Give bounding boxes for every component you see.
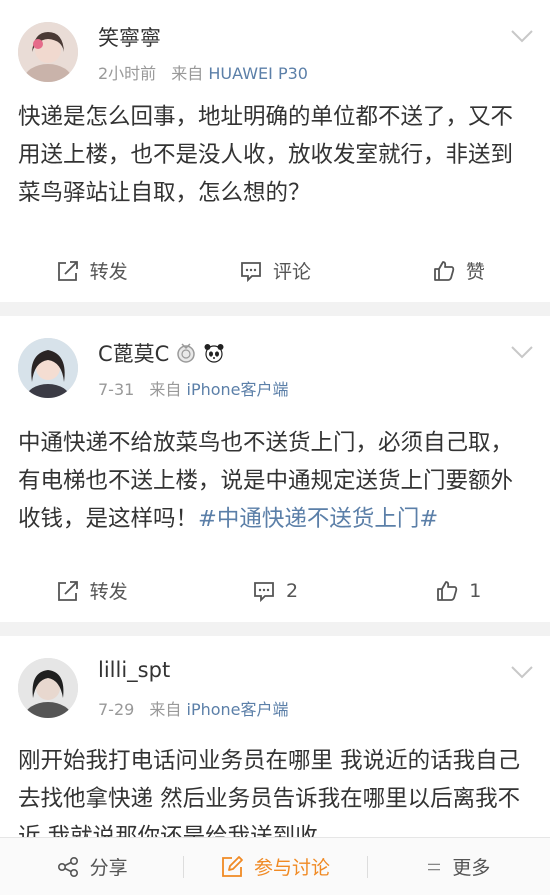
post-source[interactable]: iPhone客户端 bbox=[187, 380, 289, 399]
avatar[interactable] bbox=[18, 338, 78, 398]
avatar[interactable] bbox=[18, 658, 78, 718]
post-text: 中通快递不给放菜鸟也不送货上门，必须自己取，有电梯也不送上楼，说是中通规定送货上… bbox=[18, 430, 514, 532]
post-time: 7-29 bbox=[98, 700, 135, 719]
repost-label: 转发 bbox=[89, 261, 128, 283]
bottom-toolbar: 分享 参与讨论 更多 bbox=[0, 837, 550, 895]
user-name[interactable]: C蓖莫C bbox=[98, 338, 225, 368]
feed: 笑寧寧 2小时前 来自 HUAWEI P30 快递是怎么回事，地址明确的单位都不… bbox=[0, 0, 550, 837]
repost-label: 转发 bbox=[89, 581, 128, 603]
hashtag-link[interactable]: #中通快递不送货上门# bbox=[198, 506, 438, 532]
panda-icon bbox=[204, 344, 224, 363]
post-text: 刚开始我打电话问业务员在哪里 我说近的话我自己去找他拿快递 然后业务员告诉我在哪… bbox=[18, 748, 521, 837]
from-label: 来自 bbox=[149, 700, 182, 719]
post-source[interactable]: HUAWEI P30 bbox=[208, 64, 308, 83]
chevron-down-icon[interactable] bbox=[510, 28, 534, 44]
post-time: 2小时前 bbox=[98, 64, 157, 83]
menu-icon bbox=[428, 863, 441, 870]
repost-button[interactable]: 转发 bbox=[0, 257, 183, 284]
share-button[interactable]: 分享 bbox=[0, 838, 183, 895]
like-icon bbox=[433, 260, 455, 281]
comment-button[interactable]: 2 bbox=[183, 579, 366, 603]
post-meta: 2小时前 来自 HUAWEI P30 bbox=[98, 60, 308, 84]
post-text: 快递是怎么回事，地址明确的单位都不送了，又不用送上楼，也不是没人收，放收发室就行… bbox=[18, 104, 514, 206]
post-meta: 7-29 来自 iPhone客户端 bbox=[98, 696, 289, 720]
post-card: 笑寧寧 2小时前 来自 HUAWEI P30 快递是怎么回事，地址明确的单位都不… bbox=[0, 0, 550, 302]
repost-button[interactable]: 转发 bbox=[0, 577, 183, 604]
like-button[interactable]: 1 bbox=[367, 579, 550, 603]
more-button[interactable]: 更多 bbox=[366, 838, 550, 895]
more-label: 更多 bbox=[452, 857, 491, 879]
comment-label: 评论 bbox=[272, 261, 311, 283]
chevron-down-icon[interactable] bbox=[510, 344, 534, 360]
post-meta: 7-31 来自 iPhone客户端 bbox=[98, 376, 289, 400]
user-name[interactable]: lilli_spt bbox=[98, 658, 170, 682]
action-bar: 转发 2 1 bbox=[0, 558, 550, 622]
post-source[interactable]: iPhone客户端 bbox=[187, 700, 289, 719]
from-label: 来自 bbox=[171, 64, 204, 83]
comment-count: 2 bbox=[285, 579, 299, 602]
edit-icon bbox=[222, 855, 243, 877]
like-count: 1 bbox=[469, 579, 482, 602]
share-icon bbox=[57, 856, 78, 877]
discuss-label: 参与讨论 bbox=[253, 857, 330, 879]
comment-icon bbox=[254, 581, 274, 602]
discuss-button[interactable]: 参与讨论 bbox=[183, 838, 366, 895]
like-button[interactable]: 赞 bbox=[367, 257, 550, 284]
repost-icon bbox=[57, 260, 78, 281]
post-card: C蓖莫C 7-31 来自 iPhone客户端 中通快递不给放菜鸟也不送货上门，必… bbox=[0, 316, 550, 622]
comment-icon bbox=[241, 261, 261, 282]
user-name[interactable]: 笑寧寧 bbox=[98, 22, 161, 52]
comment-button[interactable]: 评论 bbox=[183, 257, 366, 284]
post-time: 7-31 bbox=[98, 380, 135, 399]
like-label: 赞 bbox=[465, 261, 485, 283]
post-card: lilli_spt 7-29 来自 iPhone客户端 刚开始我打电话问业务员在… bbox=[0, 636, 550, 837]
post-header: C蓖莫C 7-31 来自 iPhone客户端 bbox=[0, 316, 550, 404]
post-header: lilli_spt 7-29 来自 iPhone客户端 bbox=[0, 636, 550, 724]
action-bar: 转发 评论 赞 bbox=[0, 238, 550, 302]
post-header: 笑寧寧 2小时前 来自 HUAWEI P30 bbox=[0, 0, 550, 88]
chevron-down-icon[interactable] bbox=[510, 664, 534, 680]
from-label: 来自 bbox=[149, 380, 182, 399]
share-label: 分享 bbox=[89, 857, 128, 879]
repost-icon bbox=[57, 580, 78, 601]
avatar[interactable] bbox=[18, 22, 78, 82]
like-icon bbox=[437, 580, 458, 601]
medal-icon bbox=[177, 343, 196, 363]
